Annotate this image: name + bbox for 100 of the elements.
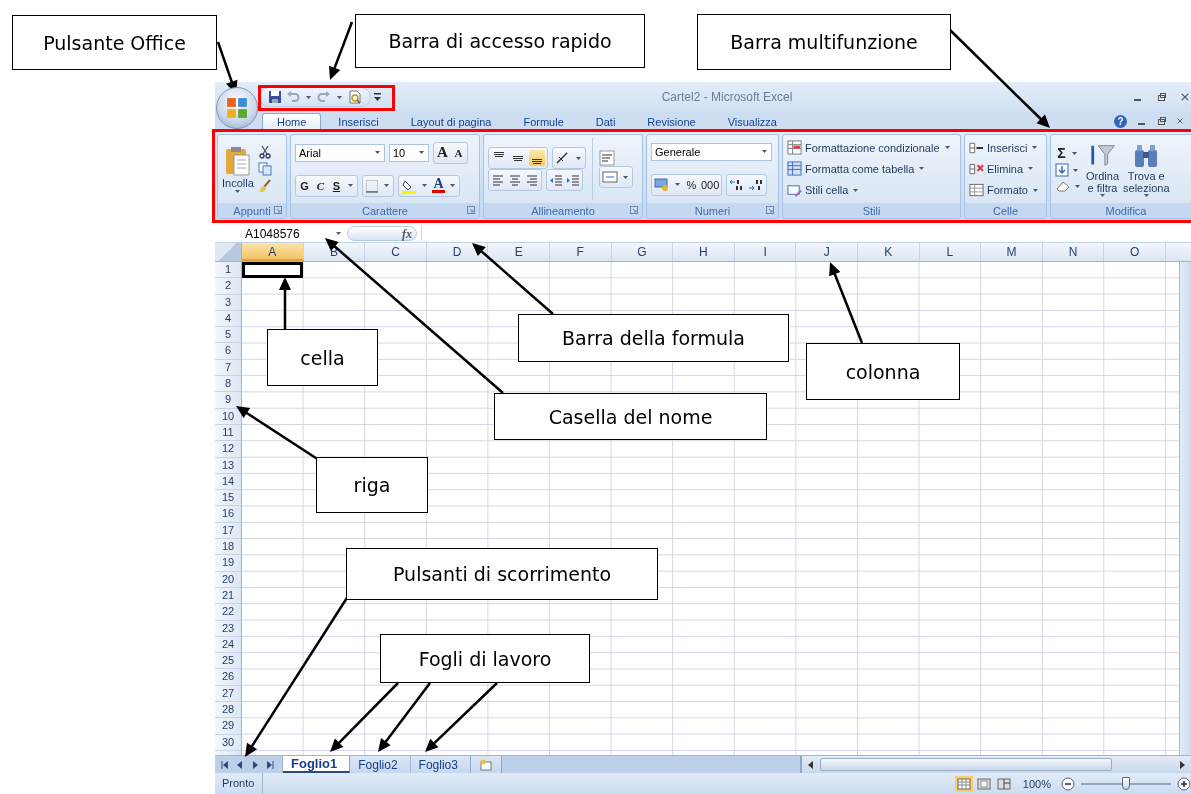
row-header[interactable]: 14 bbox=[215, 473, 241, 491]
row-header[interactable]: 19 bbox=[215, 555, 241, 572]
column-header[interactable]: M bbox=[981, 243, 1043, 261]
sheet-tab[interactable]: Foglio3 bbox=[410, 756, 471, 773]
bold-button[interactable]: G bbox=[298, 179, 311, 192]
zoom-out-icon[interactable] bbox=[1061, 776, 1075, 791]
row-header[interactable]: 18 bbox=[215, 539, 241, 556]
align-center-icon[interactable] bbox=[508, 173, 522, 187]
merge-cells-icon[interactable] bbox=[602, 170, 618, 184]
restore-icon[interactable] bbox=[1157, 92, 1167, 102]
row-header[interactable]: 25 bbox=[215, 653, 241, 670]
align-left-icon[interactable] bbox=[491, 173, 505, 187]
normal-view-icon[interactable] bbox=[954, 775, 973, 792]
horizontal-scrollbar[interactable] bbox=[800, 756, 1191, 773]
first-sheet-icon[interactable] bbox=[221, 760, 229, 769]
row-header[interactable]: 6 bbox=[215, 343, 241, 360]
close-icon[interactable] bbox=[1181, 92, 1189, 102]
row-header[interactable]: 15 bbox=[215, 490, 241, 507]
vertical-align-button[interactable] bbox=[529, 150, 545, 166]
row-header[interactable]: 8 bbox=[215, 376, 241, 393]
row-header[interactable]: 29 bbox=[215, 718, 241, 735]
dialog-launcher-icon[interactable] bbox=[766, 206, 774, 214]
column-header[interactable]: H bbox=[673, 243, 735, 261]
row-header[interactable]: 17 bbox=[215, 522, 241, 540]
row-header[interactable]: 5 bbox=[215, 327, 241, 344]
page-layout-icon[interactable] bbox=[974, 775, 993, 792]
column-header[interactable]: N bbox=[1042, 243, 1105, 261]
brush-icon[interactable] bbox=[257, 179, 272, 193]
insert-sheet-tab[interactable] bbox=[470, 756, 502, 773]
font-name-dropdown[interactable]: Arial bbox=[295, 143, 385, 162]
scissors-icon[interactable] bbox=[257, 145, 272, 159]
styles-menu-button[interactable]: Formattazione condizionale bbox=[787, 140, 952, 156]
find-select-button[interactable]: Trova e seleziona bbox=[1123, 141, 1170, 197]
thousands-button[interactable]: 000 bbox=[701, 178, 720, 191]
scroll-left-icon[interactable] bbox=[808, 760, 814, 769]
row-header[interactable]: 28 bbox=[215, 702, 241, 719]
borders-icon[interactable] bbox=[365, 178, 379, 193]
wrap-text-icon[interactable] bbox=[599, 150, 615, 166]
restore-icon[interactable] bbox=[1157, 116, 1167, 126]
row-header[interactable]: 23 bbox=[215, 620, 241, 637]
next-sheet-icon[interactable] bbox=[251, 760, 259, 769]
row-header[interactable]: 24 bbox=[215, 636, 241, 654]
row-header[interactable]: 1 bbox=[215, 262, 241, 279]
row-header[interactable]: 12 bbox=[215, 441, 241, 458]
underline-button[interactable]: S bbox=[330, 179, 343, 192]
customize-toolbar-icon[interactable] bbox=[374, 93, 381, 101]
column-header[interactable]: I bbox=[734, 243, 797, 261]
ribbon-tab[interactable]: Layout di pagina bbox=[395, 113, 507, 130]
column-header[interactable]: E bbox=[488, 243, 550, 261]
print-preview-icon[interactable] bbox=[348, 90, 362, 104]
row-header[interactable]: 20 bbox=[215, 571, 241, 588]
help-button[interactable]: ? bbox=[1114, 114, 1127, 128]
sort-filter-button[interactable]: Ordina e filtra bbox=[1086, 141, 1120, 197]
vertical-scrollbar[interactable] bbox=[1179, 262, 1191, 755]
zoom-slider-thumb[interactable] bbox=[1122, 776, 1130, 790]
column-header[interactable]: C bbox=[365, 243, 427, 261]
page-break-icon[interactable] bbox=[994, 775, 1013, 792]
row-header[interactable]: 27 bbox=[215, 685, 241, 702]
dialog-launcher-icon[interactable] bbox=[274, 206, 282, 214]
cells-menu-button[interactable]: Inserisci bbox=[969, 140, 1040, 155]
last-sheet-icon[interactable] bbox=[266, 760, 274, 769]
row-header[interactable]: 11 bbox=[215, 424, 241, 442]
row-header[interactable]: 2 bbox=[215, 278, 241, 295]
fill-down-icon[interactable] bbox=[1055, 163, 1069, 177]
row-header[interactable]: 30 bbox=[215, 734, 241, 751]
decrease-decimal-icon[interactable] bbox=[748, 177, 765, 192]
sheet-tab[interactable]: Foglio2 bbox=[350, 756, 411, 773]
ribbon-tab[interactable]: Revisione bbox=[632, 113, 711, 130]
ribbon-tab[interactable]: Formule bbox=[508, 113, 579, 130]
row-header[interactable]: 7 bbox=[215, 359, 241, 377]
row-header[interactable]: 16 bbox=[215, 506, 241, 523]
cells-menu-button[interactable]: Elimina bbox=[969, 162, 1036, 176]
number-format-dropdown[interactable]: Generale bbox=[651, 142, 772, 161]
align-right-icon[interactable] bbox=[525, 173, 539, 187]
styles-menu-button[interactable]: Formatta come tabella bbox=[787, 161, 927, 177]
font-size-dropdown[interactable]: 10 bbox=[389, 143, 429, 162]
font-color-button[interactable]: A bbox=[432, 178, 445, 193]
sheet-tab[interactable]: Foglio1 bbox=[283, 756, 351, 773]
row-header[interactable]: 3 bbox=[215, 294, 241, 311]
name-box[interactable]: A1048576 bbox=[215, 225, 343, 242]
ribbon-tab[interactable]: Visualizza bbox=[712, 113, 792, 130]
eraser-icon[interactable] bbox=[1055, 179, 1071, 193]
column-header[interactable]: K bbox=[857, 243, 920, 261]
paste-button[interactable]: Incolla bbox=[222, 145, 254, 193]
close-icon[interactable] bbox=[1177, 116, 1183, 126]
row-header[interactable]: 22 bbox=[215, 604, 241, 621]
column-header[interactable]: A bbox=[242, 243, 304, 261]
insert-function-button[interactable]: fx bbox=[347, 226, 417, 241]
column-header[interactable]: L bbox=[919, 243, 982, 261]
row-header[interactable]: 26 bbox=[215, 669, 241, 686]
shrink-font-button[interactable]: A bbox=[452, 146, 465, 159]
column-header[interactable]: J bbox=[796, 243, 858, 261]
save-icon[interactable] bbox=[268, 90, 282, 104]
previous-sheet-icon[interactable] bbox=[236, 760, 244, 769]
column-header[interactable]: F bbox=[549, 243, 612, 261]
styles-menu-button[interactable]: Stili cella bbox=[787, 182, 861, 198]
column-header[interactable]: G bbox=[611, 243, 674, 261]
row-header[interactable]: 4 bbox=[215, 310, 241, 328]
italic-button[interactable]: C bbox=[314, 179, 327, 192]
cells-menu-button[interactable]: Formato bbox=[969, 183, 1040, 198]
